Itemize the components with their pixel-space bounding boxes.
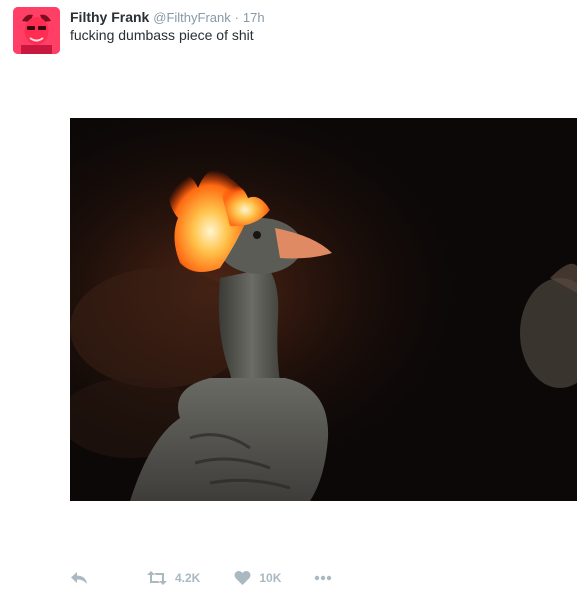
like-count: 10K	[259, 571, 282, 585]
avatar-face-icon	[13, 7, 60, 54]
profile-avatar[interactable]	[13, 7, 60, 54]
like-button[interactable]: 10K	[234, 570, 281, 586]
heart-icon	[234, 570, 251, 585]
author-handle[interactable]: @FilthyFrank	[153, 10, 231, 25]
tweet-photo[interactable]	[70, 118, 577, 501]
retweet-button[interactable]: 4.2K	[147, 570, 200, 586]
reply-button[interactable]	[70, 570, 88, 586]
tweet-text: fucking dumbass piece of shit	[70, 27, 254, 43]
author-name[interactable]: Filthy Frank	[70, 9, 149, 25]
more-icon	[315, 575, 332, 581]
reply-icon	[71, 572, 87, 584]
tweet-actions: 4.2K 10K	[70, 566, 332, 590]
tweet-timestamp[interactable]: 17h	[243, 10, 265, 25]
separator-dot: ·	[234, 10, 239, 25]
photo-goose-fire	[70, 118, 577, 501]
more-button[interactable]	[314, 575, 332, 581]
tweet-card: Filthy Frank @FilthyFrank · 17h fucking …	[0, 0, 585, 594]
tweet-header: Filthy Frank @FilthyFrank · 17h	[70, 8, 265, 27]
retweet-icon	[147, 571, 167, 585]
retweet-count: 4.2K	[175, 571, 201, 585]
